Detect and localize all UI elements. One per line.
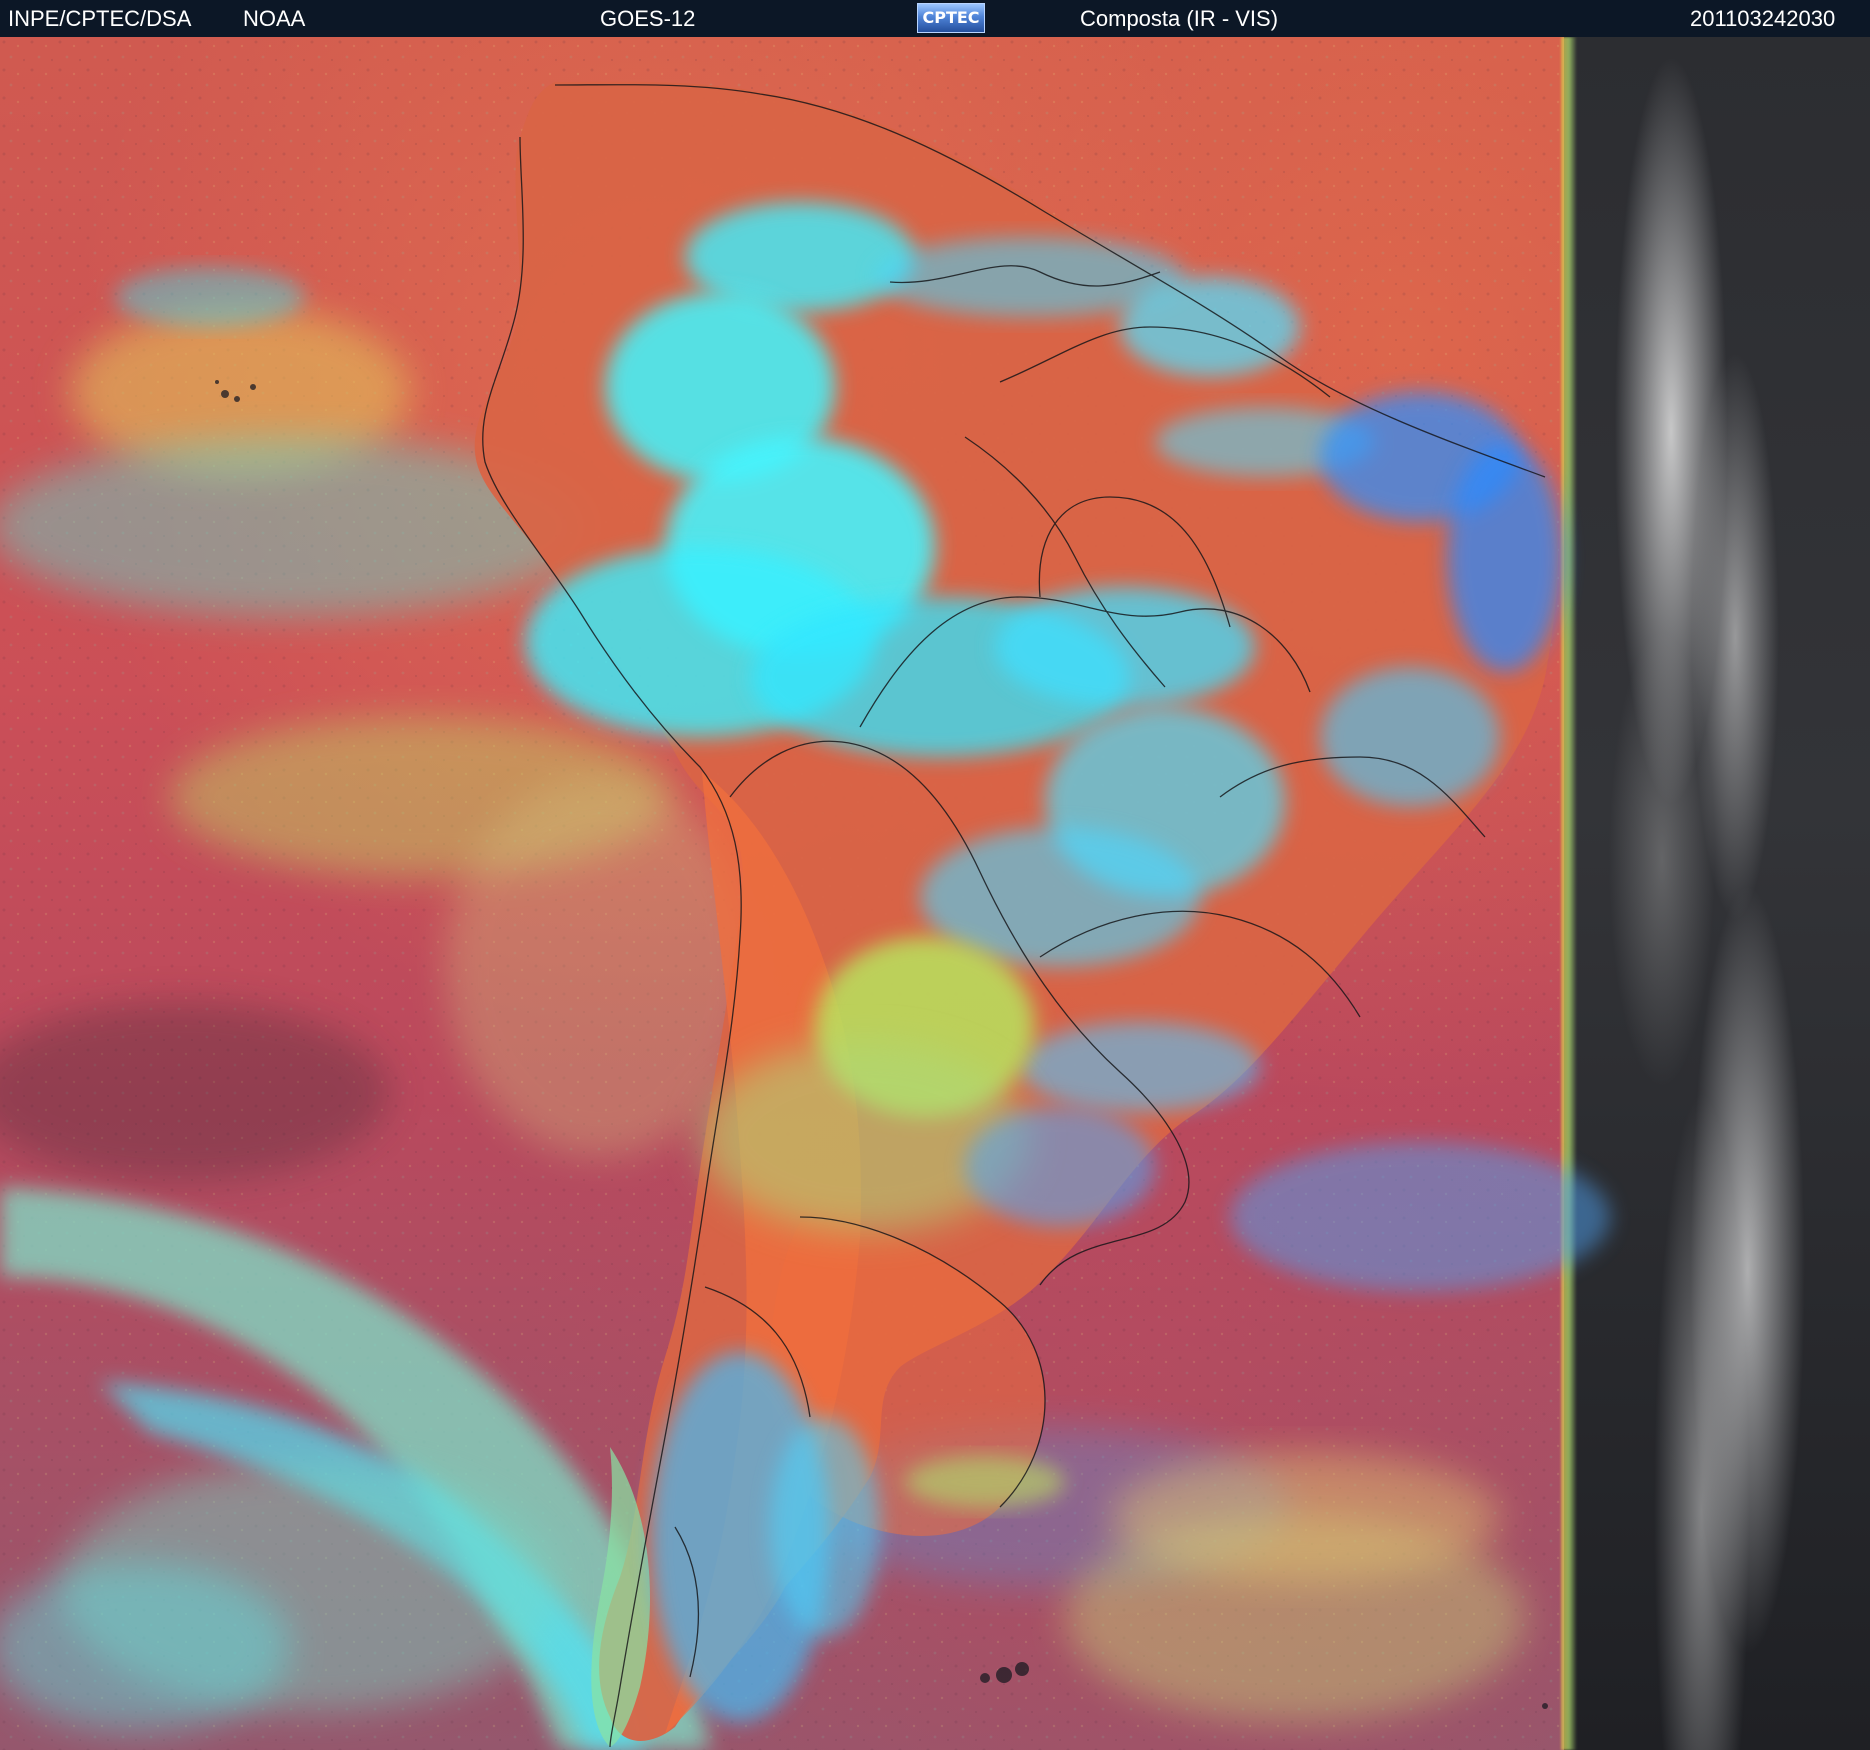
satellite-image-window: INPE/CPTEC/DSA NOAA GOES-12 CPTEC Compos… — [0, 0, 1870, 1750]
timestamp-label: 201103242030 — [1690, 6, 1836, 31]
satellite-composite-image — [0, 37, 1870, 1750]
image-header-bar: INPE/CPTEC/DSA NOAA GOES-12 CPTEC Compos… — [0, 0, 1870, 37]
product-label: Composta (IR - VIS) — [1080, 6, 1279, 31]
provider-label: NOAA — [243, 6, 306, 31]
satellite-map-svg — [0, 37, 1610, 1750]
satellite-label: GOES-12 — [600, 6, 696, 31]
cptec-logo: CPTEC — [917, 3, 985, 33]
source-label: INPE/CPTEC/DSA — [8, 6, 192, 31]
